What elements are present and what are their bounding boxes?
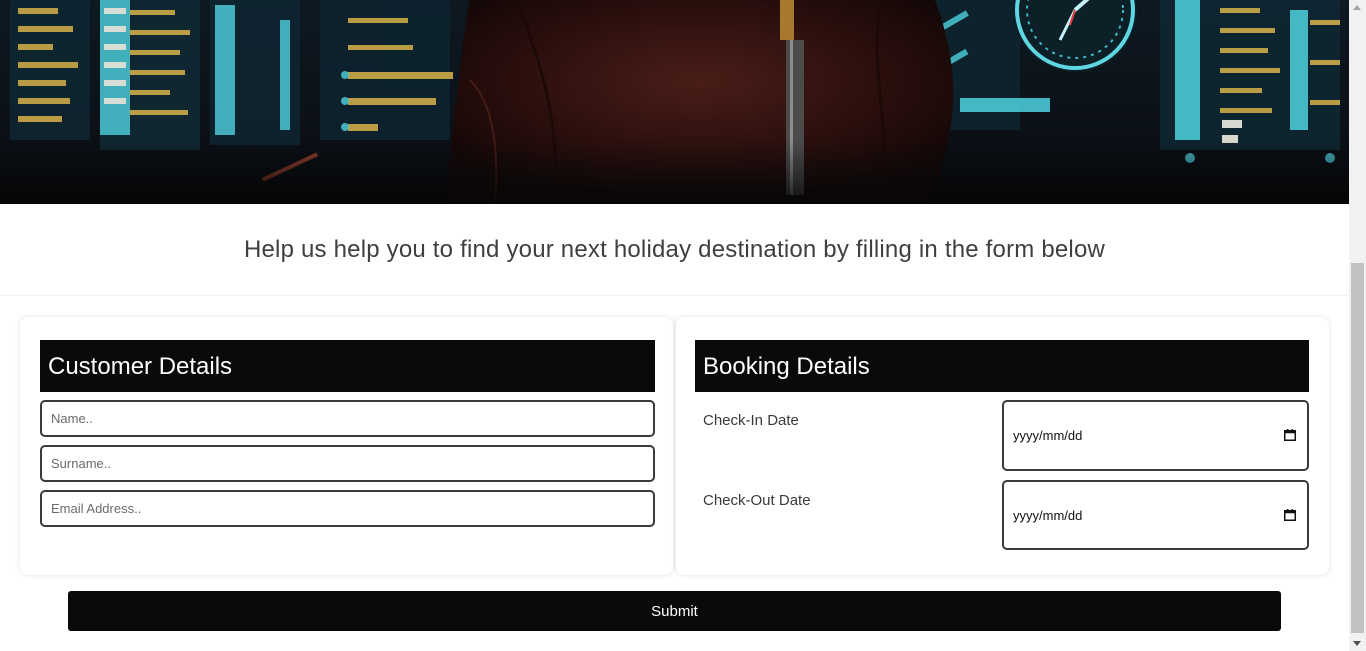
calendar-icon[interactable] (1284, 509, 1296, 521)
booking-details-card: Booking Details Check-In Date yyyy/mm/dd… (676, 317, 1329, 575)
email-input[interactable] (40, 490, 655, 527)
name-input[interactable] (40, 400, 655, 437)
section-divider (0, 295, 1349, 296)
checkin-label: Check-In Date (703, 412, 799, 429)
booking-details-title: Booking Details (695, 340, 1309, 392)
intro-heading: Help us help you to find your next holid… (243, 236, 1106, 263)
calendar-icon[interactable] (1284, 429, 1296, 441)
page: Help us help you to find your next holid… (0, 0, 1349, 651)
checkout-date-input[interactable]: yyyy/mm/dd (1002, 480, 1309, 550)
hero-image (0, 0, 1349, 204)
scrollbar-thumb[interactable] (1351, 263, 1364, 633)
scroll-down-arrow-icon[interactable] (1353, 641, 1361, 646)
checkin-date-input[interactable]: yyyy/mm/dd (1002, 400, 1309, 471)
customer-details-card: Customer Details (20, 317, 673, 575)
customer-details-title: Customer Details (40, 340, 655, 392)
checkin-date-value: yyyy/mm/dd (1013, 428, 1083, 443)
surname-input[interactable] (40, 445, 655, 482)
checkout-label: Check-Out Date (703, 492, 811, 509)
scroll-up-arrow-icon[interactable] (1353, 5, 1361, 10)
hero-photo-illustration (0, 0, 1349, 204)
vertical-scrollbar[interactable] (1349, 0, 1366, 651)
submit-button[interactable]: Submit (68, 591, 1281, 631)
checkout-date-value: yyyy/mm/dd (1013, 508, 1083, 523)
